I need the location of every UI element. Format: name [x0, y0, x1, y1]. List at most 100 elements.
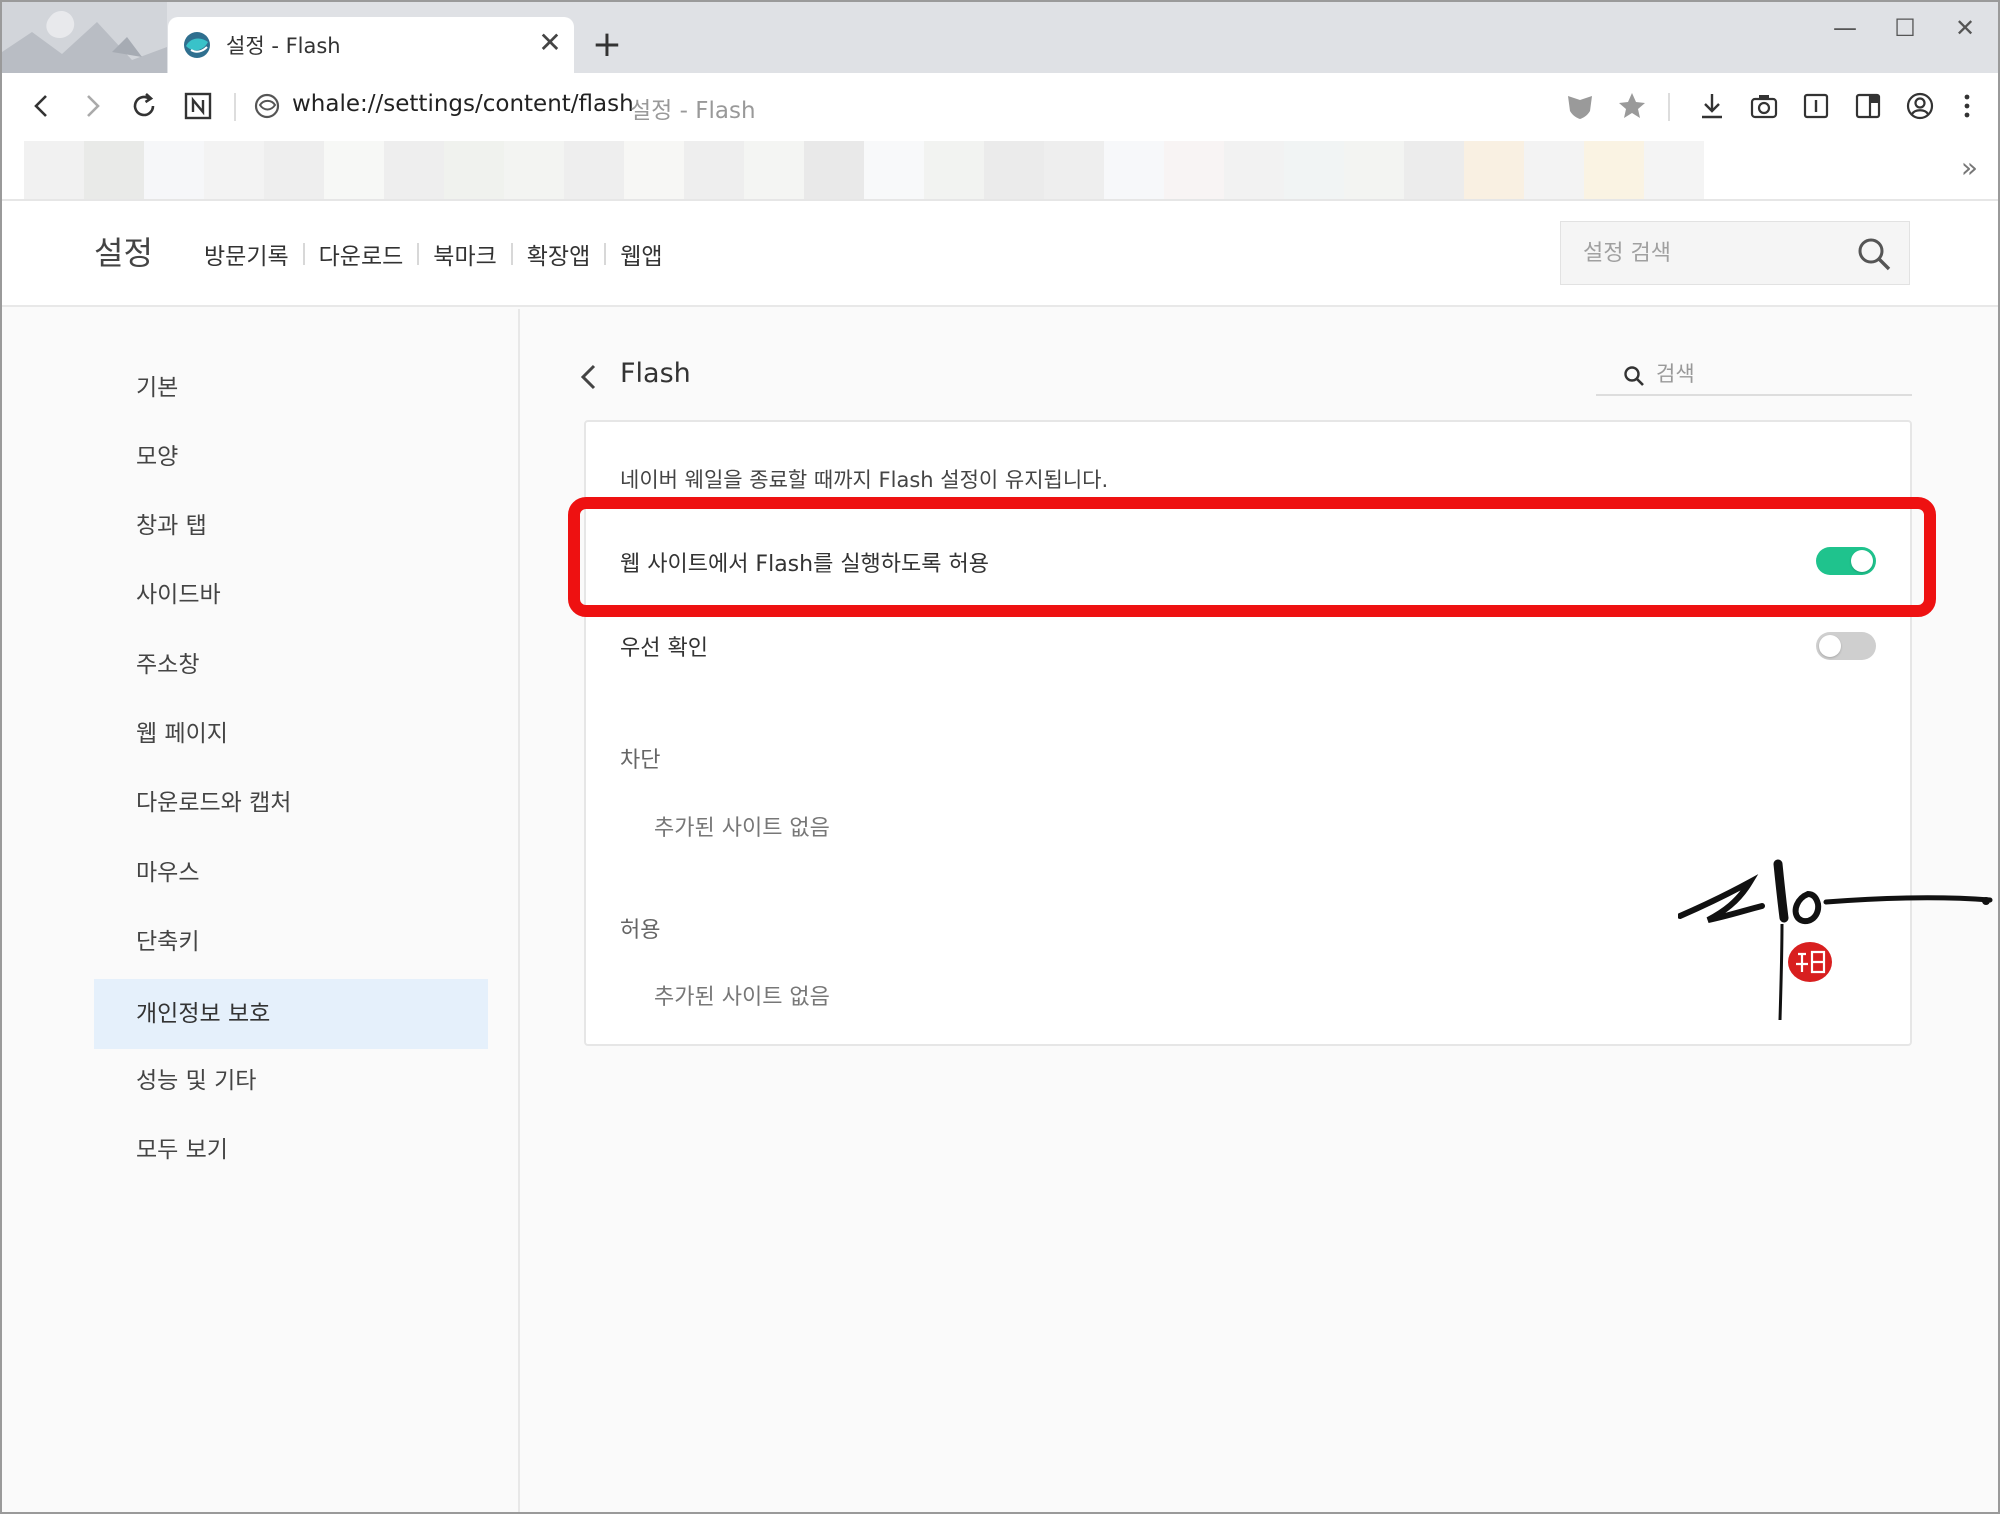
arrow-right-icon	[87, 95, 100, 117]
settings-search-box	[1560, 221, 1910, 285]
bookmark-item[interactable]	[1224, 141, 1284, 199]
bookmark-item[interactable]	[1524, 141, 1584, 199]
forward-button[interactable]	[72, 86, 112, 126]
tab-strip-artwork	[2, 2, 167, 73]
sidebar-item-performance[interactable]: 성능 및 기타	[94, 1046, 488, 1116]
bookmark-item[interactable]	[1644, 141, 1704, 199]
bookmark-item[interactable]	[24, 141, 84, 199]
bookmark-item[interactable]	[504, 141, 564, 199]
shield-icon	[1568, 96, 1592, 119]
bookmark-item[interactable]	[1584, 141, 1644, 199]
bookmark-item[interactable]	[684, 141, 744, 199]
bookmark-item[interactable]	[624, 141, 684, 199]
bookmark-item[interactable]	[744, 141, 804, 199]
close-window-button[interactable]: ✕	[1940, 8, 1990, 48]
bookmark-item[interactable]	[1164, 141, 1224, 199]
bookmark-item[interactable]	[1104, 141, 1164, 199]
settings-header: 설정 방문기록 다운로드 북마크 확장앱 웹앱	[2, 201, 1998, 307]
sidebar-item-view-all[interactable]: 모두 보기	[94, 1115, 488, 1185]
settings-sidebar: 기본 모양 창과 탭 사이드바 주소창 웹 페이지 다운로드와 캡처 마우스 단…	[2, 309, 520, 1512]
toolbar-divider	[1668, 93, 1670, 121]
more-vertical-icon	[1964, 94, 1970, 118]
bookmark-item[interactable]	[864, 141, 924, 199]
bookmark-item[interactable]	[384, 141, 444, 199]
nav-bookmarks[interactable]: 북마크	[433, 237, 496, 271]
bookmark-item[interactable]	[204, 141, 264, 199]
site-info-button[interactable]	[247, 86, 287, 126]
browser-window: 설정 - Flash ✕ + — ☐ ✕ whale://settings/co…	[0, 0, 2000, 1514]
settings-search-input[interactable]	[1583, 236, 1843, 270]
bookmark-item[interactable]	[924, 141, 984, 199]
bookmark-item[interactable]	[984, 141, 1044, 199]
page-search-box	[1596, 356, 1912, 396]
sidebar-item-mouse[interactable]: 마우스	[94, 838, 488, 908]
star-icon	[1619, 93, 1645, 118]
sidebar-item-sidebar[interactable]: 사이드바	[94, 560, 488, 630]
bookmark-item[interactable]	[324, 141, 384, 199]
bookmark-item[interactable]	[264, 141, 324, 199]
page-search-input[interactable]	[1656, 358, 1906, 390]
bookmark-item[interactable]	[1464, 141, 1524, 199]
bookmark-item[interactable]	[1044, 141, 1104, 199]
bookmark-item[interactable]	[1284, 141, 1344, 199]
nav-divider	[302, 243, 305, 265]
reload-button[interactable]	[124, 86, 164, 126]
sidebar-item-basic[interactable]: 기본	[94, 353, 488, 423]
tab-close-icon[interactable]: ✕	[532, 25, 568, 61]
bookmark-item[interactable]	[804, 141, 864, 199]
sidebar-item-address-bar[interactable]: 주소창	[94, 630, 488, 700]
settings-nav: 방문기록 다운로드 북마크 확장앱 웹앱	[204, 237, 663, 271]
minimize-button[interactable]: —	[1820, 8, 1870, 48]
maximize-button[interactable]: ☐	[1880, 8, 1930, 48]
allow-section-title: 허용	[620, 918, 661, 943]
nav-downloads[interactable]: 다운로드	[319, 237, 404, 271]
profile-button[interactable]	[1900, 86, 1940, 126]
shield-button[interactable]	[1560, 86, 1600, 126]
bookmark-star-button[interactable]	[1612, 86, 1652, 126]
sidebar-item-privacy[interactable]: 개인정보 보호	[94, 979, 488, 1049]
new-tab-button[interactable]: +	[587, 26, 627, 66]
block-section-title: 차단	[620, 748, 661, 773]
sidebar-item-shortcuts[interactable]: 단축키	[94, 907, 488, 977]
active-tab[interactable]: 설정 - Flash ✕	[168, 17, 574, 73]
bookmark-item[interactable]	[84, 141, 144, 199]
menu-button[interactable]	[1947, 86, 1987, 126]
tab-title: 설정 - Flash	[226, 34, 341, 58]
capture-button[interactable]	[1744, 86, 1784, 126]
split-view-icon	[1855, 93, 1881, 119]
whale-site-icon	[254, 93, 280, 119]
tab-strip: 설정 - Flash ✕ + — ☐ ✕	[2, 2, 1998, 73]
nav-divider	[604, 243, 607, 265]
toolbar-divider	[234, 93, 236, 121]
nav-webapps[interactable]: 웹앱	[620, 237, 662, 271]
bookmark-bar: »	[2, 139, 1998, 201]
sidebar-item-download-capture[interactable]: 다운로드와 캡처	[94, 768, 488, 838]
search-icon[interactable]	[1855, 235, 1893, 273]
chevron-double-right-icon[interactable]: »	[1961, 151, 1978, 184]
download-button[interactable]	[1692, 86, 1732, 126]
flash-page-header: Flash	[572, 352, 1912, 402]
naver-n-icon	[184, 92, 212, 120]
ask-first-toggle[interactable]	[1816, 632, 1876, 660]
allow-flash-toggle[interactable]	[1816, 547, 1876, 575]
sidebar-item-appearance[interactable]: 모양	[94, 422, 488, 492]
nav-history[interactable]: 방문기록	[204, 237, 289, 271]
chevron-left-icon[interactable]	[572, 360, 606, 394]
bookmark-item[interactable]	[144, 141, 204, 199]
toggle-knob	[1819, 635, 1841, 657]
signature-watermark	[1678, 859, 1993, 1021]
url-text[interactable]: whale://settings/content/flash	[292, 91, 634, 117]
nav-divider	[510, 243, 513, 265]
back-button[interactable]	[22, 86, 62, 126]
sidebar-item-windows-tabs[interactable]: 창과 탭	[94, 491, 488, 561]
bookmark-item[interactable]	[1344, 141, 1404, 199]
download-icon	[1702, 94, 1722, 119]
sidebar-item-web-page[interactable]: 웹 페이지	[94, 699, 488, 769]
naver-button[interactable]	[178, 86, 218, 126]
sidebar-toggle-button[interactable]	[1848, 86, 1888, 126]
bookmark-item[interactable]	[444, 141, 504, 199]
nav-extensions[interactable]: 확장앱	[527, 237, 590, 271]
bookmark-item[interactable]	[1404, 141, 1464, 199]
reader-button[interactable]	[1796, 86, 1836, 126]
bookmark-item[interactable]	[564, 141, 624, 199]
